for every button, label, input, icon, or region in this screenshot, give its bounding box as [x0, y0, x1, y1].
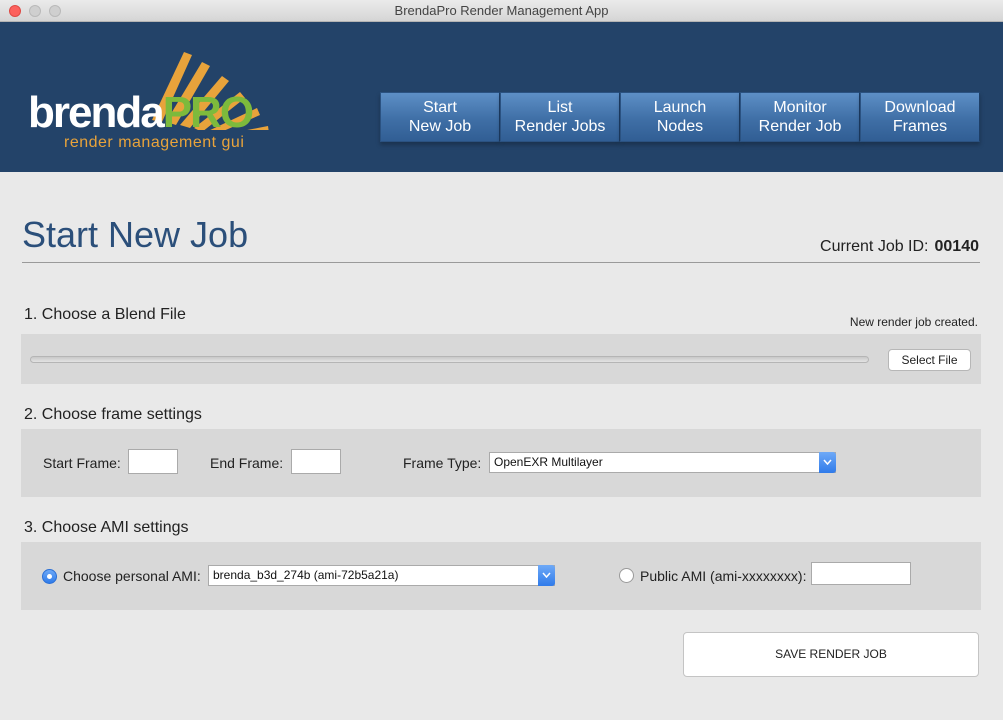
job-status-message: New render job created. [849, 315, 978, 329]
public-ami-label: Public AMI (ami-xxxxxxxx): [640, 568, 807, 584]
frame-type-select[interactable]: OpenEXR Multilayer [489, 452, 836, 473]
job-id-label: Current Job ID: [820, 238, 929, 255]
start-frame-label: Start Frame: [43, 455, 121, 471]
personal-ami-label: Choose personal AMI: [63, 568, 201, 584]
frame-type-value: OpenEXR Multilayer [494, 455, 603, 469]
frame-type-label: Frame Type: [403, 455, 482, 471]
section-ami-settings-title: 3. Choose AMI settings [24, 519, 189, 536]
maximize-window-button[interactable] [49, 5, 61, 17]
job-id-value: 00140 [934, 238, 980, 255]
close-window-button[interactable] [9, 5, 21, 17]
nav-download-frames-button[interactable]: Download Frames [860, 92, 980, 142]
main-nav: Start New Job List Render Jobs Launch No… [380, 92, 980, 142]
nav-monitor-render-job-button[interactable]: Monitor Render Job [740, 92, 860, 142]
end-frame-input[interactable] [291, 449, 341, 474]
window-titlebar: BrendaPro Render Management App [0, 0, 1003, 22]
minimize-window-button[interactable] [29, 5, 41, 17]
chevron-down-icon [538, 565, 555, 586]
window-title: BrendaPro Render Management App [394, 3, 609, 18]
nav-list-render-jobs-button[interactable]: List Render Jobs [500, 92, 620, 142]
upload-progress-bar [30, 356, 869, 363]
personal-ami-select[interactable]: brenda_b3d_274b (ami-72b5a21a) [208, 565, 555, 586]
chevron-down-icon [819, 452, 836, 473]
start-frame-input[interactable] [128, 449, 178, 474]
end-frame-label: End Frame: [210, 455, 284, 471]
page-title: Start New Job [22, 214, 249, 255]
personal-ami-radio[interactable] [42, 569, 57, 584]
public-ami-radio[interactable] [619, 568, 634, 583]
logo-wordmark: brendaPRO [28, 88, 254, 137]
personal-ami-value: brenda_b3d_274b (ami-72b5a21a) [213, 568, 399, 582]
section-frame-settings-title: 2. Choose frame settings [24, 406, 202, 423]
select-file-button[interactable]: Select File [888, 349, 971, 371]
nav-start-new-job-button[interactable]: Start New Job [380, 92, 500, 142]
current-job-id: Current Job ID: 00140 [820, 238, 979, 256]
logo-subtitle: render management gui [64, 134, 245, 151]
public-ami-input[interactable] [811, 562, 911, 585]
brendapro-logo: brendaPRO render management gui [22, 50, 282, 160]
section-blend-file-title: 1. Choose a Blend File [24, 306, 186, 323]
nav-launch-nodes-button[interactable]: Launch Nodes [620, 92, 740, 142]
app-header: brendaPRO render management gui Start Ne… [0, 22, 1003, 172]
title-divider [22, 262, 980, 263]
save-render-job-button[interactable]: SAVE RENDER JOB [683, 632, 979, 677]
